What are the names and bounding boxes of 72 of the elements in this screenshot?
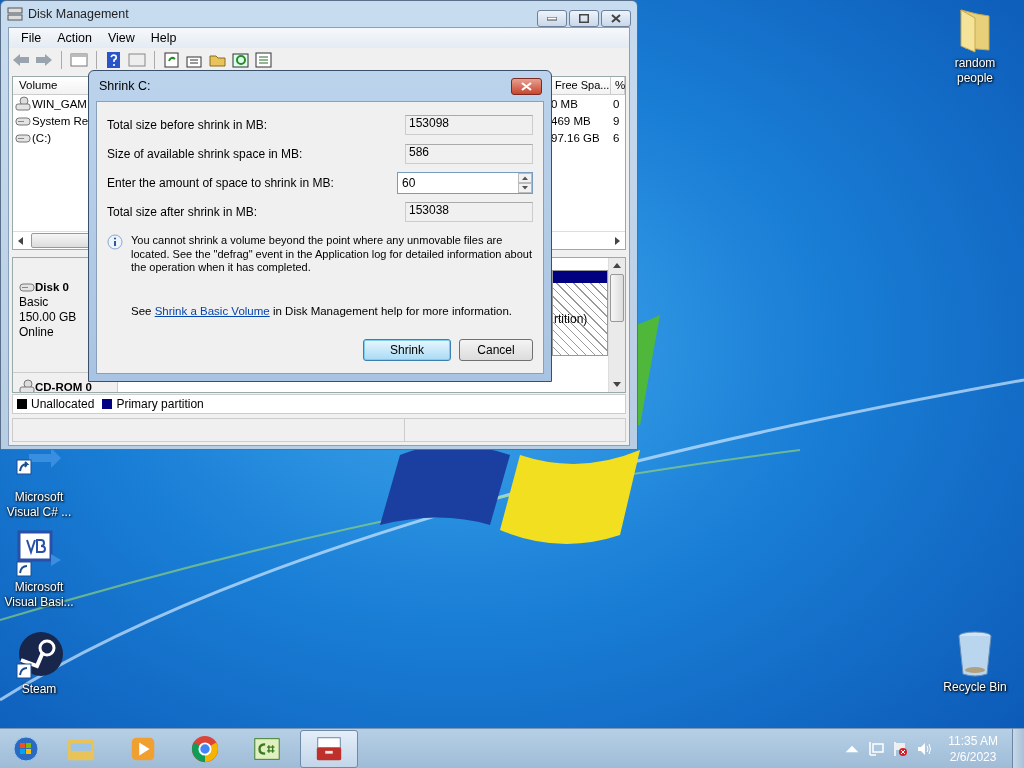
field-label: Total size before shrink in MB: <box>107 117 268 132</box>
maximize-button[interactable] <box>569 10 599 27</box>
cd-drive-icon <box>15 95 31 112</box>
minimize-icon <box>547 16 557 21</box>
menu-item[interactable]: Help <box>142 31 185 45</box>
percent-free-cell-text: 9 <box>612 114 621 127</box>
spin-buttons[interactable] <box>518 172 532 193</box>
legend-label: Primary partition <box>116 397 204 411</box>
desktop-icon-label[interactable]: Steam <box>1 682 77 697</box>
menu-item[interactable]: View <box>99 31 143 45</box>
field-label: Size of available shrink space in MB: <box>107 146 303 161</box>
disk-detail: Online <box>19 325 55 340</box>
volume-name: System Re <box>32 114 89 127</box>
percent-free-cell-text: 6 <box>612 131 621 144</box>
menu-item[interactable]: Action <box>49 31 100 45</box>
refresh-icon[interactable] <box>163 52 181 68</box>
close-icon <box>521 81 532 91</box>
help-text: See Shrink a Basic Volume in Disk Management help for more information. <box>131 304 513 317</box>
info-message: You cannot shrink a volume beyond the point where any unmovable files are located. See the "defrag" event in the Application log for detailed information about the operation when it has completed. <box>131 234 533 275</box>
desktop-icon-label[interactable]: Microsoft Visual Basi... <box>1 580 77 610</box>
disk-detail: 150.00 GB <box>19 310 78 325</box>
flag-error-icon[interactable] <box>892 741 909 757</box>
speaker-icon[interactable] <box>916 741 933 757</box>
column-header[interactable]: % <box>611 77 625 94</box>
field-label: Total size after shrink in MB: <box>107 204 258 219</box>
percent-free-cell-text: 0 <box>612 97 621 110</box>
clock-time: 11:35 AM <box>948 733 998 749</box>
partition-block[interactable]: rtition) <box>552 270 608 356</box>
back-arrow-icon[interactable] <box>12 52 30 68</box>
maximize-icon <box>579 14 589 23</box>
field-label: Enter the amount of space to shrink in MB: <box>107 175 334 190</box>
help-link[interactable]: Shrink a Basic Volume <box>154 304 270 317</box>
readonly-field: 153038 <box>405 201 533 222</box>
free-space-cell-text: 0 MB <box>550 97 579 110</box>
disk-name: CD-ROM 0 <box>35 379 92 392</box>
vertical-scrollbar[interactable] <box>608 258 625 392</box>
help-icon[interactable] <box>105 52 123 68</box>
vb-shortcut-icon <box>15 530 63 578</box>
close-button[interactable] <box>601 10 631 27</box>
window-title: Disk Management <box>28 7 130 21</box>
minimize-button[interactable] <box>537 10 567 27</box>
shrink-amount-spinbox[interactable]: 60 <box>397 171 533 194</box>
show-desktop-button[interactable] <box>1012 729 1024 768</box>
windows-logo-icon <box>13 736 39 762</box>
clock-date: 2/6/2023 <box>949 749 997 765</box>
magnifier-icon[interactable] <box>232 52 250 68</box>
dialog-button[interactable]: Shrink <box>363 339 451 361</box>
desktop-icon-label[interactable]: Microsoft Visual C# ... <box>1 490 77 520</box>
close-icon <box>611 14 621 23</box>
desktop-icon-label[interactable]: random people <box>937 56 1013 86</box>
menu-item[interactable]: File <box>13 31 50 45</box>
volume-name: (C:) <box>32 131 52 144</box>
disk-detail: Basic <box>19 295 50 310</box>
desktop-icon-label[interactable]: Recycle Bin <box>937 680 1013 695</box>
readonly-field: 153098 <box>405 114 533 135</box>
legend-label: Unallocated <box>31 397 95 411</box>
disk-name: Disk 0 <box>35 279 69 295</box>
readonly-field: 586 <box>405 143 533 164</box>
open-folder-icon[interactable] <box>209 52 227 68</box>
free-space-cell-text: 97.16 GB <box>550 131 601 144</box>
forward-arrow-icon[interactable] <box>35 52 53 68</box>
taskbar-app-button[interactable] <box>300 730 358 768</box>
steam-shortcut-icon <box>15 632 63 680</box>
panel-icon[interactable] <box>70 52 88 68</box>
volume-name: WIN_GAM <box>32 97 87 110</box>
free-space-cell-text: 469 MB <box>550 114 592 127</box>
dialog-button[interactable]: Cancel <box>459 339 533 361</box>
close-button[interactable] <box>511 77 542 95</box>
chrome-icon <box>190 734 220 764</box>
dialog-title: Shrink C: <box>99 79 152 93</box>
info-icon <box>107 234 123 250</box>
checklist-icon[interactable] <box>255 52 273 68</box>
